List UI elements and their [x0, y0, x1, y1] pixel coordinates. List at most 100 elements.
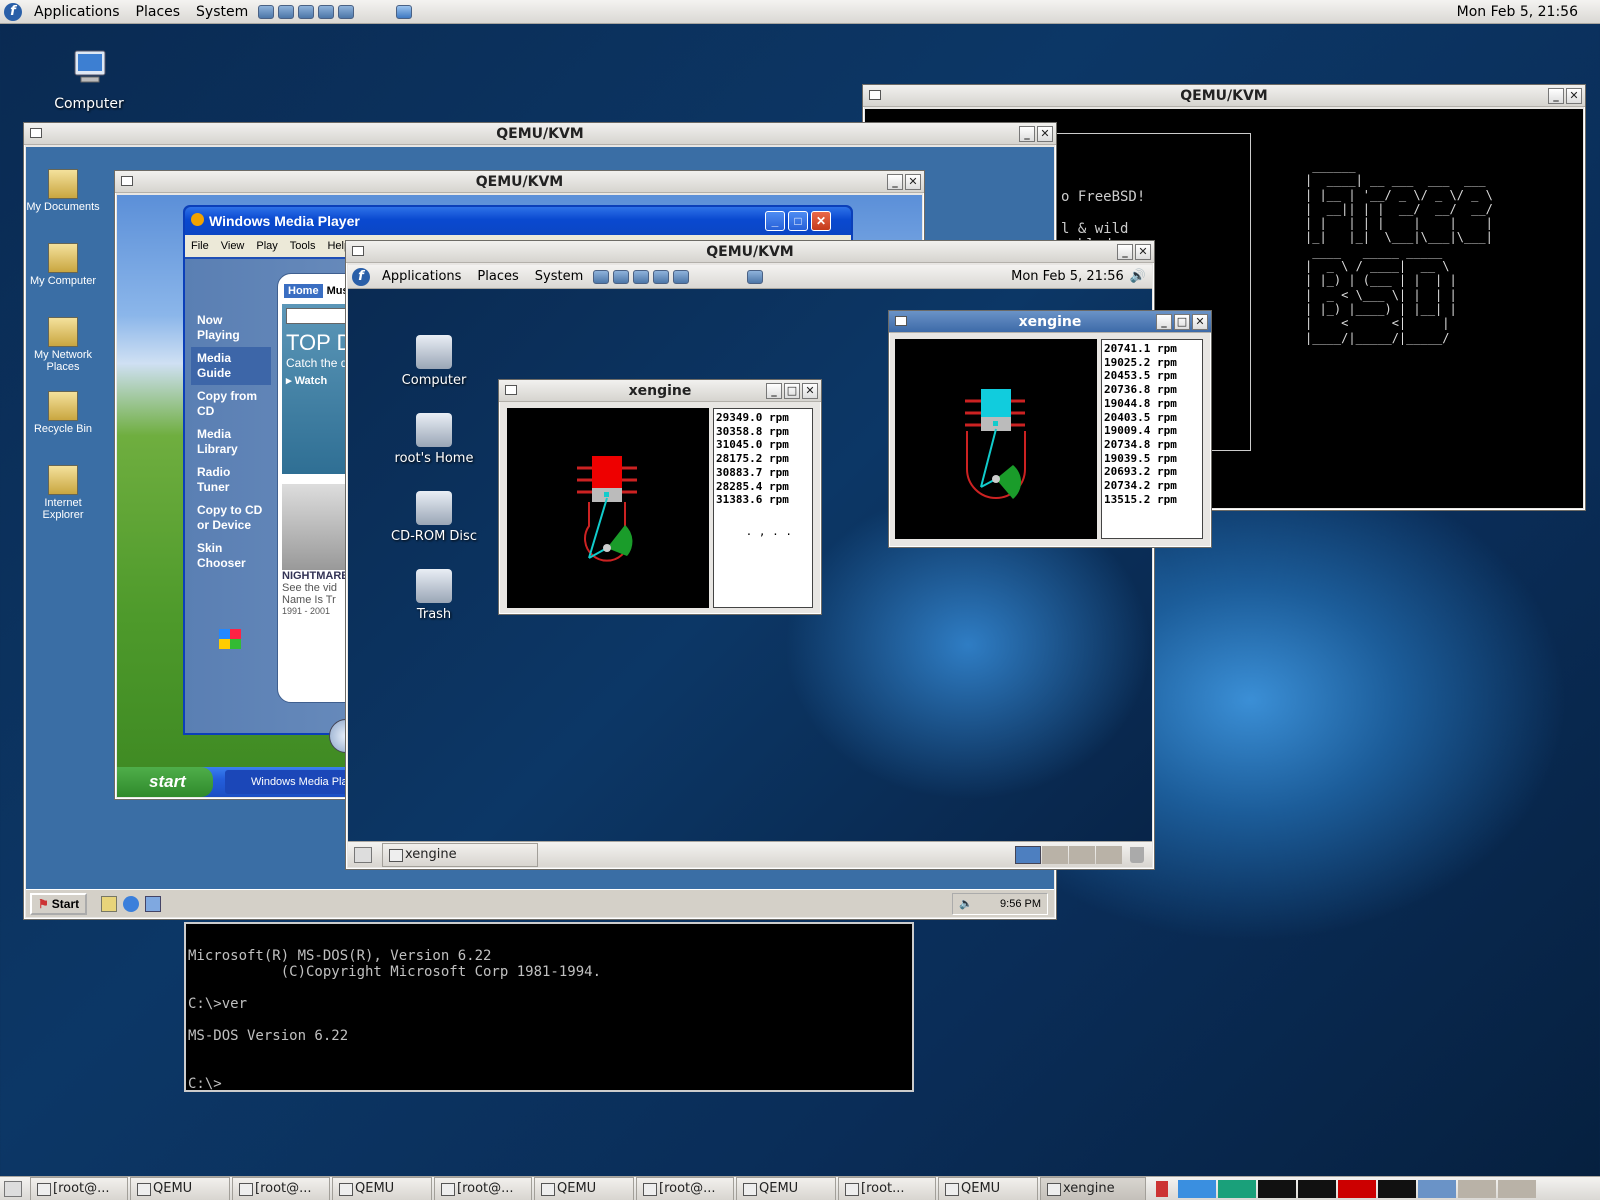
win2k-icon[interactable]: Recycle Bin: [26, 391, 100, 435]
tray-clock[interactable]: 9:56 PM: [1000, 898, 1041, 910]
desktop-icon-computer[interactable]: Computer: [44, 48, 134, 112]
menu-applications[interactable]: Applications: [26, 4, 128, 20]
maximize-button[interactable]: □: [784, 383, 800, 399]
taskbar-button[interactable]: [root@...: [434, 1176, 532, 1200]
start-button[interactable]: ⚑ Start: [30, 892, 88, 915]
editor-launcher-icon[interactable]: [633, 269, 650, 284]
taskbar-button[interactable]: QEMU: [130, 1176, 230, 1200]
volume-icon[interactable]: 🔊: [1130, 269, 1146, 284]
taskbar-button[interactable]: [root@...: [636, 1176, 734, 1200]
guest-desktop-icon[interactable]: root's Home: [384, 413, 484, 466]
workspace-2[interactable]: [1042, 845, 1068, 864]
taskbar-button[interactable]: [root...: [838, 1176, 936, 1200]
window-menu-icon[interactable]: [121, 176, 133, 186]
tool-launcher-icon[interactable]: [338, 4, 355, 19]
wmp-menu-item[interactable]: Play: [250, 240, 283, 252]
taskbar-button[interactable]: [root@...: [232, 1176, 330, 1200]
wmp-sidebar-item[interactable]: Radio Tuner: [191, 461, 271, 499]
taskbar-button[interactable]: QEMU: [332, 1176, 432, 1200]
terminal-launcher-icon[interactable]: [747, 269, 764, 284]
wmp-menu-item[interactable]: File: [185, 240, 215, 252]
browser-launcher-icon[interactable]: [593, 269, 610, 284]
trash-applet-icon[interactable]: [1130, 846, 1144, 863]
xp-task-wmp[interactable]: Windows Media Pla: [225, 770, 365, 794]
maximize-button[interactable]: □: [1174, 314, 1190, 330]
msdos-window[interactable]: Microsoft(R) MS-DOS(R), Version 6.22 (C)…: [184, 922, 914, 1092]
wmp-menu-item[interactable]: View: [215, 240, 251, 252]
title-bar[interactable]: QEMU/KVM _ ✕: [863, 85, 1585, 107]
fedora-logo-icon[interactable]: f: [352, 267, 370, 286]
menu-places[interactable]: Places: [128, 4, 189, 20]
guest-xengine-window[interactable]: xengine _ □ ✕ 29349.0 rpm 30358.8 rpm 31045.…: [498, 379, 822, 615]
workspace-6[interactable]: [1378, 1179, 1416, 1198]
minimize-button[interactable]: _: [1117, 244, 1133, 260]
minimize-button[interactable]: _: [765, 211, 785, 231]
close-button[interactable]: ✕: [905, 174, 921, 190]
workspace-switcher[interactable]: [1178, 1179, 1536, 1198]
wmp-menu-item[interactable]: Tools: [284, 240, 322, 252]
workspace-3[interactable]: [1258, 1179, 1296, 1198]
win2k-icon[interactable]: Internet Explorer: [26, 465, 100, 521]
workspace-4[interactable]: [1298, 1179, 1336, 1198]
guest-desktop-icon[interactable]: Trash: [384, 569, 484, 622]
close-button[interactable]: ✕: [1192, 314, 1208, 330]
menu-applications[interactable]: Applications: [374, 269, 469, 284]
minimize-button[interactable]: _: [887, 174, 903, 190]
minimize-button[interactable]: _: [1548, 88, 1564, 104]
window-menu-icon[interactable]: [505, 385, 517, 395]
wmp-sidebar-item[interactable]: Copy to CD or Device: [191, 499, 271, 537]
volume-icon[interactable]: 🔈: [959, 897, 973, 910]
workspace-9[interactable]: [1498, 1179, 1536, 1198]
close-button[interactable]: ✕: [1566, 88, 1582, 104]
mail-launcher-icon[interactable]: [278, 4, 295, 19]
workspace-4[interactable]: [1096, 845, 1122, 864]
close-button[interactable]: ✕: [811, 211, 831, 231]
minimize-button[interactable]: _: [766, 383, 782, 399]
wmp-sidebar-item[interactable]: Media Guide: [191, 347, 271, 385]
wmp-sidebar-item[interactable]: Now Playing: [191, 309, 271, 347]
clock[interactable]: Mon Feb 5, 21:56: [1457, 4, 1578, 20]
taskbar-button[interactable]: QEMU: [534, 1176, 634, 1200]
browser-launcher-icon[interactable]: [258, 4, 275, 19]
tool-launcher-icon[interactable]: [673, 269, 690, 284]
watch-link[interactable]: Watch: [295, 375, 328, 387]
maximize-button[interactable]: □: [788, 211, 808, 231]
workspace-5[interactable]: [1338, 1179, 1376, 1198]
title-bar[interactable]: xengine _ □ ✕: [889, 311, 1211, 333]
wmp-sidebar-item[interactable]: Copy from CD: [191, 385, 271, 423]
editor-launcher-icon[interactable]: [298, 4, 315, 19]
workspace-2[interactable]: [1218, 1179, 1256, 1198]
window-menu-icon[interactable]: [30, 128, 42, 138]
taskbar-button[interactable]: [root@...: [30, 1176, 128, 1200]
quicklaunch-outlook-icon[interactable]: [145, 895, 162, 912]
taskbar-button[interactable]: QEMU: [938, 1176, 1038, 1200]
window-menu-icon[interactable]: [869, 90, 881, 100]
title-bar[interactable]: QEMU/KVM _ ✕: [346, 241, 1154, 263]
title-bar[interactable]: QEMU/KVM _ ✕: [24, 123, 1056, 145]
quicklaunch-desktop-icon[interactable]: [101, 895, 118, 912]
window-menu-icon[interactable]: [352, 246, 364, 256]
wmp-sidebar-item[interactable]: Skin Chooser: [191, 537, 271, 575]
host-xengine-window[interactable]: xengine _ □ ✕ 20741.1 rpm 19025.2 rpm 20453.…: [888, 310, 1212, 548]
minimize-button[interactable]: _: [1019, 126, 1035, 142]
minimize-button[interactable]: _: [1156, 314, 1172, 330]
show-desktop-icon[interactable]: [354, 846, 372, 863]
close-button[interactable]: ✕: [1037, 126, 1053, 142]
mail-launcher-icon[interactable]: [613, 269, 630, 284]
show-desktop-icon[interactable]: [4, 1180, 22, 1197]
title-bar[interactable]: xengine _ □ ✕: [499, 380, 821, 402]
workspace-7[interactable]: [1418, 1179, 1456, 1198]
guest-clock[interactable]: Mon Feb 5, 21:56: [1011, 269, 1124, 284]
guest-desktop-icon[interactable]: CD-ROM Disc: [384, 491, 484, 544]
title-bar[interactable]: QEMU/KVM _ ✕: [115, 171, 924, 193]
workspace-3[interactable]: [1069, 845, 1095, 864]
wmp-sidebar-item[interactable]: Media Library: [191, 423, 271, 461]
xp-start-button[interactable]: start: [117, 767, 213, 797]
guest-desktop-icon[interactable]: Computer: [384, 335, 484, 388]
office-launcher-icon[interactable]: [653, 269, 670, 284]
fedora-logo-icon[interactable]: f: [4, 2, 22, 21]
close-button[interactable]: ✕: [802, 383, 818, 399]
tab-home[interactable]: Home: [284, 284, 323, 298]
workspace-8[interactable]: [1458, 1179, 1496, 1198]
taskbar-button[interactable]: QEMU: [736, 1176, 836, 1200]
